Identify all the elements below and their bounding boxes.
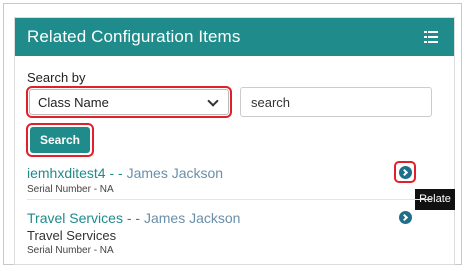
ci-name-link[interactable]: Travel Services <box>27 210 123 226</box>
chevron-down-icon <box>207 95 219 107</box>
panel-header: Related Configuration Items <box>15 18 454 56</box>
list-item-title: iemhxditest4 - - James Jackson <box>27 165 223 181</box>
select-value: Class Name <box>38 95 109 110</box>
panel-title: Related Configuration Items <box>27 27 241 46</box>
list-view-icon[interactable] <box>424 31 438 43</box>
relate-arrow-icon[interactable] <box>399 211 412 224</box>
search-by-label: Search by <box>27 70 86 85</box>
ci-serial-number: Serial Number - NA <box>27 245 114 256</box>
ci-name-link[interactable]: iemhxditest4 <box>27 165 106 181</box>
search-input[interactable] <box>240 87 432 117</box>
ci-separator: - - <box>122 210 144 226</box>
relate-arrow-icon[interactable] <box>399 166 412 179</box>
list-item-title: Travel Services - - James Jackson <box>27 210 240 226</box>
class-name-select[interactable]: Class Name <box>29 89 229 115</box>
ci-owner: James Jackson <box>143 210 241 226</box>
ci-owner: James Jackson <box>126 165 224 181</box>
ci-subtitle: Travel Services <box>27 228 117 243</box>
ci-serial-number: Serial Number - NA <box>27 184 114 195</box>
ci-separator: - - <box>105 165 127 181</box>
list-divider <box>27 199 432 200</box>
search-button[interactable]: Search <box>30 127 90 153</box>
